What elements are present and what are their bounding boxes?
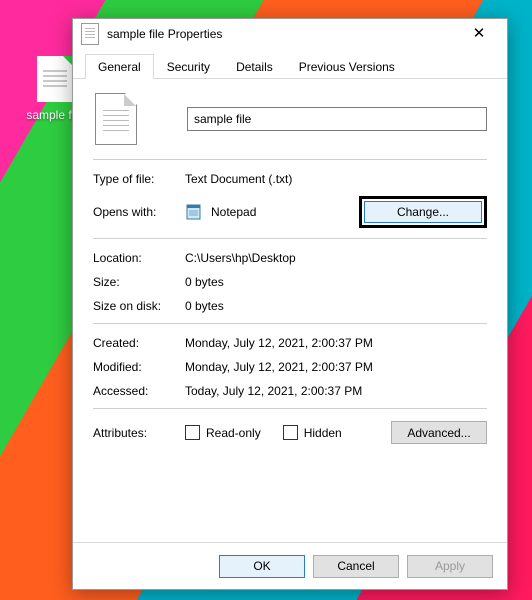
apply-button[interactable]: Apply xyxy=(407,555,493,578)
tab-security[interactable]: Security xyxy=(154,54,223,79)
separator xyxy=(93,159,487,160)
desktop-background: sample file sample file Properties ✕ Gen… xyxy=(0,0,532,600)
cancel-button[interactable]: Cancel xyxy=(313,555,399,578)
modified-value: Monday, July 12, 2021, 2:00:37 PM xyxy=(185,360,373,374)
modified-label: Modified: xyxy=(93,360,185,374)
opens-with-value: Notepad xyxy=(211,205,256,219)
window-title: sample file Properties xyxy=(107,27,459,41)
size-value: 0 bytes xyxy=(185,275,224,289)
read-only-checkbox[interactable]: Read-only xyxy=(185,425,261,440)
file-type-icon xyxy=(95,93,137,145)
type-of-file-value: Text Document (.txt) xyxy=(185,172,292,186)
ok-button[interactable]: OK xyxy=(219,555,305,578)
separator xyxy=(93,238,487,239)
change-button-highlight: Change... xyxy=(359,196,487,228)
checkbox-icon xyxy=(283,425,298,440)
advanced-button[interactable]: Advanced... xyxy=(391,421,487,444)
change-button[interactable]: Change... xyxy=(364,201,482,223)
opens-with-label: Opens with: xyxy=(93,205,185,219)
created-label: Created: xyxy=(93,336,185,350)
window-file-icon xyxy=(81,23,99,45)
text-file-icon xyxy=(37,56,73,102)
tab-bar: General Security Details Previous Versio… xyxy=(73,49,507,79)
size-on-disk-label: Size on disk: xyxy=(93,299,185,313)
general-tab-content: Type of file: Text Document (.txt) Opens… xyxy=(73,79,507,542)
separator xyxy=(93,408,487,409)
properties-window: sample file Properties ✕ General Securit… xyxy=(72,18,508,590)
size-on-disk-value: 0 bytes xyxy=(185,299,224,313)
tab-details[interactable]: Details xyxy=(223,54,286,79)
dialog-footer: OK Cancel Apply xyxy=(73,542,507,589)
tab-previous-versions[interactable]: Previous Versions xyxy=(286,54,408,79)
close-button[interactable]: ✕ xyxy=(459,19,499,49)
titlebar[interactable]: sample file Properties ✕ xyxy=(73,19,507,49)
separator xyxy=(93,323,487,324)
type-of-file-label: Type of file: xyxy=(93,172,185,186)
tab-general[interactable]: General xyxy=(85,54,154,79)
created-value: Monday, July 12, 2021, 2:00:37 PM xyxy=(185,336,373,350)
attributes-label: Attributes: xyxy=(93,426,185,440)
accessed-label: Accessed: xyxy=(93,384,185,398)
location-value: C:\Users\hp\Desktop xyxy=(185,251,296,265)
checkbox-icon xyxy=(185,425,200,440)
size-label: Size: xyxy=(93,275,185,289)
notepad-icon xyxy=(185,203,203,221)
read-only-label: Read-only xyxy=(206,426,261,440)
hidden-label: Hidden xyxy=(304,426,342,440)
filename-input[interactable] xyxy=(187,107,487,131)
location-label: Location: xyxy=(93,251,185,265)
accessed-value: Today, July 12, 2021, 2:00:37 PM xyxy=(185,384,362,398)
hidden-checkbox[interactable]: Hidden xyxy=(283,425,342,440)
